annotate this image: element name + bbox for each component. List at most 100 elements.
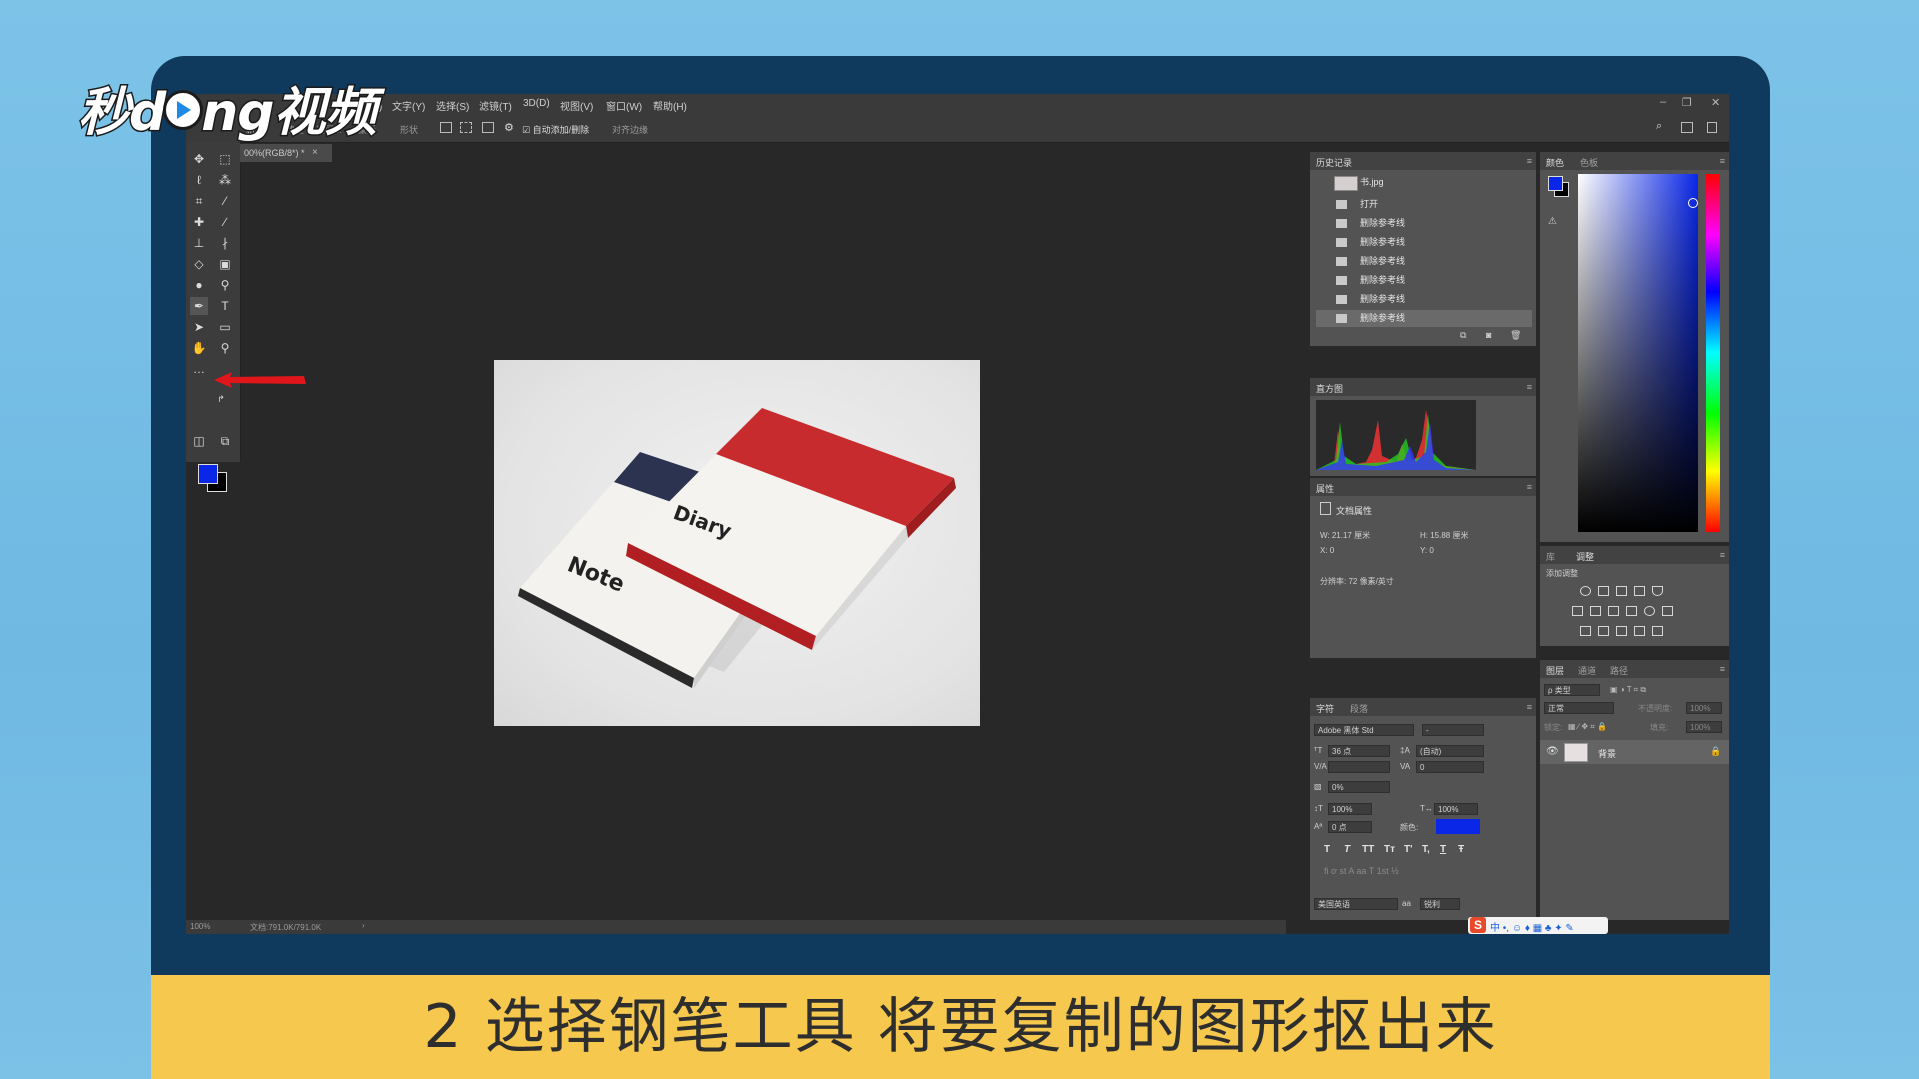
- path-ops-icon[interactable]: [440, 122, 452, 133]
- layer-name[interactable]: 背景: [1598, 747, 1616, 760]
- workspace-icon[interactable]: [1681, 122, 1693, 133]
- color-picker-cursor[interactable]: [1688, 198, 1698, 208]
- channels-tab[interactable]: 通道: [1578, 664, 1596, 677]
- threshold-icon[interactable]: [1616, 626, 1627, 636]
- photo-filter-icon[interactable]: [1626, 606, 1637, 616]
- color-tab[interactable]: 颜色: [1546, 156, 1564, 169]
- history-row[interactable]: 删除参考线: [1316, 234, 1532, 251]
- rectangle-tool-icon[interactable]: ▭: [216, 318, 234, 336]
- swatches-tab[interactable]: 色板: [1580, 156, 1598, 169]
- subscript-button[interactable]: T,: [1422, 844, 1430, 855]
- horizontal-scale-field[interactable]: 100%: [1434, 803, 1478, 815]
- option-align-edges[interactable]: 对齐边缘: [612, 123, 648, 136]
- document-tab-close-icon[interactable]: ×: [312, 144, 318, 162]
- exposure-icon[interactable]: [1634, 586, 1645, 596]
- menu-help[interactable]: 帮助(H): [653, 98, 687, 113]
- levels-icon[interactable]: [1598, 586, 1609, 596]
- auto-add-delete-checkbox[interactable]: ☑ 自动添加/删除: [522, 123, 589, 136]
- tsume-field[interactable]: 0%: [1328, 781, 1390, 793]
- invert-icon[interactable]: [1580, 626, 1591, 636]
- path-arrange-icon[interactable]: [482, 122, 494, 133]
- swap-colors-icon[interactable]: ↱: [216, 394, 226, 404]
- language-select[interactable]: 美国英语: [1314, 898, 1398, 910]
- libraries-tab[interactable]: 库: [1546, 550, 1555, 563]
- underline-button[interactable]: T: [1440, 844, 1446, 855]
- history-row[interactable]: 删除参考线: [1316, 291, 1532, 308]
- color-fg-swatch[interactable]: [1548, 176, 1563, 191]
- path-align-icon[interactable]: [460, 122, 472, 133]
- font-family-select[interactable]: Adobe 黑体 Std: [1314, 724, 1414, 736]
- eraser-tool-icon[interactable]: ◇: [190, 255, 208, 273]
- crop-tool-icon[interactable]: ⌗: [190, 192, 208, 210]
- layers-menu-icon[interactable]: ≡: [1720, 664, 1725, 674]
- color-picker-field[interactable]: [1578, 174, 1698, 532]
- channel-mixer-icon[interactable]: [1644, 606, 1655, 616]
- menu-window[interactable]: 窗口(W): [606, 98, 642, 113]
- character-tab[interactable]: 字符: [1316, 702, 1334, 715]
- eyedropper-icon[interactable]: ⁄: [216, 192, 234, 210]
- move-tool-icon[interactable]: ✥: [190, 150, 208, 168]
- ime-status-icons[interactable]: 中 •, ☺ ♦ ▦ ♣ ✦ ✎: [1490, 919, 1574, 934]
- menu-view[interactable]: 视图(V): [560, 98, 593, 113]
- kerning-field[interactable]: [1328, 761, 1390, 773]
- close-button[interactable]: ✕: [1711, 96, 1720, 109]
- layers-tab[interactable]: 图层: [1546, 664, 1564, 677]
- adjustments-tab[interactable]: 调整: [1576, 550, 1594, 563]
- color-menu-icon[interactable]: ≡: [1720, 156, 1725, 166]
- vibrance-icon[interactable]: [1652, 586, 1663, 596]
- text-color-swatch[interactable]: [1436, 819, 1480, 834]
- canvas-image[interactable]: Note Diary: [494, 360, 980, 726]
- history-row[interactable]: 打开: [1316, 196, 1532, 213]
- sogou-logo-icon[interactable]: S: [1470, 917, 1486, 933]
- brightness-icon[interactable]: [1580, 586, 1591, 596]
- menu-filter[interactable]: 滤镜(T): [479, 98, 512, 113]
- histogram-tab[interactable]: 直方图: [1316, 382, 1343, 395]
- curves-icon[interactable]: [1616, 586, 1627, 596]
- camera-icon[interactable]: ◙: [1486, 330, 1491, 340]
- small-caps-button[interactable]: Tт: [1384, 844, 1395, 855]
- adjustments-menu-icon[interactable]: ≡: [1720, 550, 1725, 560]
- history-row[interactable]: 删除参考线: [1316, 272, 1532, 289]
- anti-alias-select[interactable]: 锐利: [1420, 898, 1460, 910]
- foreground-color-swatch[interactable]: [198, 464, 218, 484]
- leading-field[interactable]: (自动): [1416, 745, 1484, 757]
- black-white-icon[interactable]: [1608, 606, 1619, 616]
- pen-tool-icon[interactable]: ✒: [190, 297, 208, 315]
- more-tools-icon[interactable]: …: [190, 360, 208, 378]
- hue-slider[interactable]: [1706, 174, 1720, 532]
- vertical-scale-field[interactable]: 100%: [1328, 803, 1372, 815]
- color-balance-icon[interactable]: [1590, 606, 1601, 616]
- color-lookup-icon[interactable]: [1662, 606, 1673, 616]
- prop-width[interactable]: W: 21.17 厘米: [1320, 530, 1370, 541]
- history-row-selected[interactable]: 删除参考线: [1316, 310, 1532, 327]
- prop-x[interactable]: X: 0: [1320, 546, 1334, 555]
- restore-button[interactable]: ❐: [1682, 96, 1692, 109]
- character-menu-icon[interactable]: ≡: [1527, 702, 1532, 712]
- quick-mask-icon[interactable]: ◫: [190, 432, 208, 450]
- properties-menu-icon[interactable]: ≡: [1527, 482, 1532, 492]
- screen-mode-icon[interactable]: ⧉: [216, 432, 234, 450]
- status-arrow-icon[interactable]: ›: [362, 921, 365, 930]
- opacity-field[interactable]: 100%: [1686, 702, 1722, 714]
- marquee-tool-icon[interactable]: ⬚: [216, 150, 234, 168]
- gradient-map-icon[interactable]: [1634, 626, 1645, 636]
- paragraph-tab[interactable]: 段落: [1350, 702, 1368, 715]
- layer-filter-select[interactable]: ρ 类型: [1544, 684, 1600, 696]
- history-row[interactable]: 删除参考线: [1316, 253, 1532, 270]
- zoom-level[interactable]: 100%: [190, 922, 210, 931]
- layer-row-background[interactable]: 👁 背景 🔒: [1540, 740, 1729, 764]
- font-style-select[interactable]: -: [1422, 724, 1484, 736]
- history-brush-icon[interactable]: ∤: [216, 234, 234, 252]
- lasso-tool-icon[interactable]: ℓ: [190, 171, 208, 189]
- fill-field[interactable]: 100%: [1686, 721, 1722, 733]
- layer-visibility-eye-icon[interactable]: 👁: [1546, 746, 1559, 757]
- baseline-field[interactable]: 0 点: [1328, 821, 1372, 833]
- tracking-field[interactable]: 0: [1416, 761, 1484, 773]
- new-doc-from-state-icon[interactable]: ⧉: [1460, 330, 1466, 341]
- gradient-tool-icon[interactable]: ▣: [216, 255, 234, 273]
- opentype-buttons[interactable]: fi ơ st A aa T 1st ½: [1324, 866, 1399, 876]
- faux-italic-button[interactable]: T: [1344, 844, 1350, 855]
- zoom-tool-icon[interactable]: ⚲: [216, 339, 234, 357]
- history-menu-icon[interactable]: ≡: [1527, 156, 1532, 166]
- history-snapshot[interactable]: 书.jpg: [1316, 174, 1532, 191]
